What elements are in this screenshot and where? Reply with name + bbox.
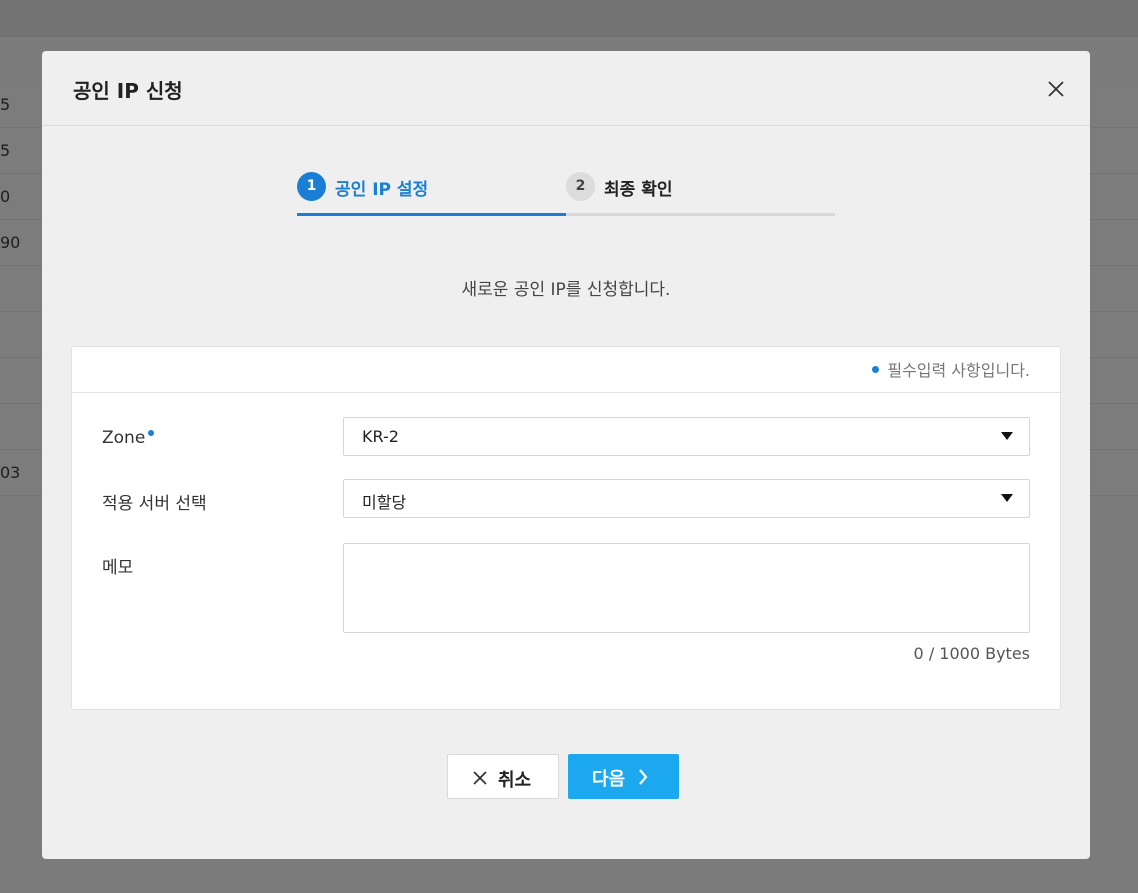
intro-text: 새로운 공인 IP를 신청합니다. — [461, 280, 671, 300]
table-cell: 5 — [0, 141, 11, 160]
step-label: 공인 IP 설정 — [335, 180, 429, 200]
step-final-confirm: 2 최종 확인 — [566, 172, 835, 216]
form-panel: 필수입력 사항입니다. Zone KR-2 적용 서버 선택 미할당 메모 0 … — [71, 346, 1061, 710]
cancel-button-label: 취소 — [498, 770, 532, 791]
required-dot-icon — [872, 366, 880, 373]
background-table-header — [0, 0, 1138, 37]
required-note-text: 필수입력 사항입니다. — [887, 361, 1030, 380]
step-number: 1 — [297, 172, 326, 201]
table-cell: 03 — [0, 463, 21, 482]
next-button-label: 다음 — [592, 769, 626, 790]
close-icon — [1048, 81, 1064, 97]
close-icon — [473, 771, 487, 785]
zone-label: Zone — [102, 428, 145, 448]
cancel-button[interactable]: 취소 — [447, 754, 559, 799]
public-ip-request-dialog: 공인 IP 신청 1 공인 IP 설정 2 최종 확인 새로운 공인 IP를 신… — [42, 51, 1090, 859]
dialog-title: 공인 IP 신청 — [73, 79, 183, 103]
memo-byte-count: 0 / 1000 Bytes — [913, 644, 1030, 663]
close-button[interactable] — [1044, 77, 1068, 101]
caret-down-icon — [1001, 432, 1013, 440]
memo-label: 메모 — [102, 558, 134, 578]
step-indicator: 1 공인 IP 설정 2 최종 확인 — [297, 172, 835, 216]
next-button[interactable]: 다음 — [568, 754, 679, 799]
server-label: 적용 서버 선택 — [102, 494, 207, 514]
step-public-ip-settings: 1 공인 IP 설정 — [297, 172, 566, 216]
required-dot-icon — [148, 430, 154, 436]
step-number: 2 — [566, 172, 595, 201]
table-cell: 90 — [0, 233, 21, 252]
required-note: 필수입력 사항입니다. — [872, 357, 1030, 381]
step-label: 최종 확인 — [604, 180, 673, 200]
table-cell: 0 — [0, 187, 11, 206]
dialog-header: 공인 IP 신청 — [42, 51, 1090, 126]
required-note-bar: 필수입력 사항입니다. — [72, 347, 1060, 393]
zone-select[interactable]: KR-2 — [343, 417, 1030, 456]
memo-textarea[interactable] — [343, 543, 1030, 633]
table-cell: 5 — [0, 95, 11, 114]
chevron-right-icon — [639, 769, 648, 785]
zone-label-text: Zone — [102, 428, 146, 448]
caret-down-icon — [1001, 494, 1013, 502]
server-select[interactable]: 미할당 — [343, 479, 1030, 518]
server-select-value: 미할당 — [362, 493, 407, 512]
zone-select-value: KR-2 — [362, 427, 399, 446]
